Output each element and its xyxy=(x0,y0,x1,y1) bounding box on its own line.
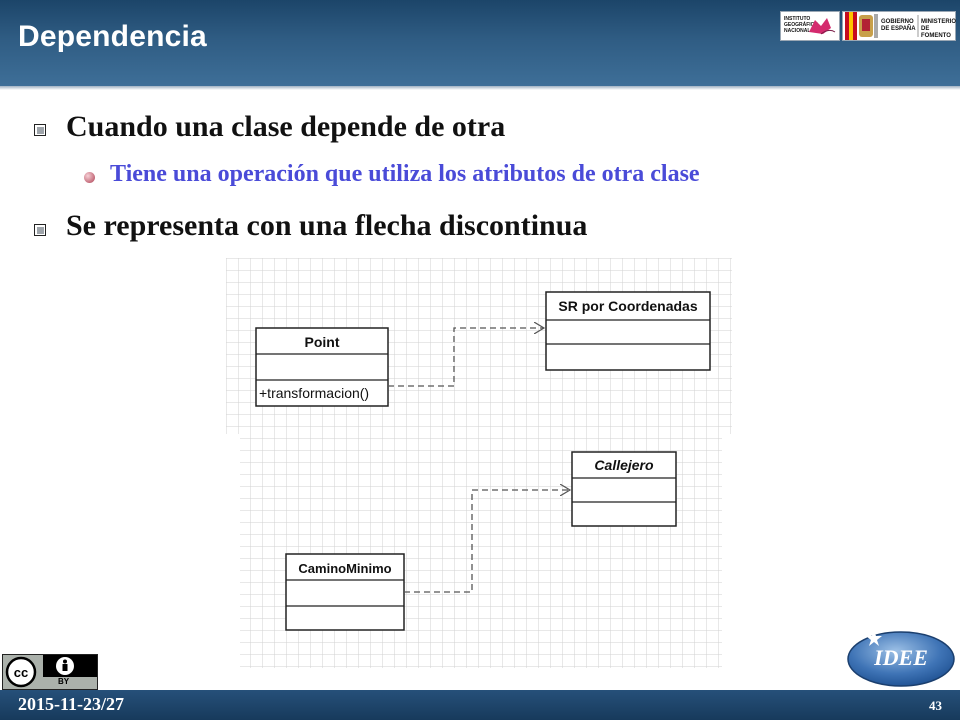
class-name: SR por Coordenadas xyxy=(558,298,697,314)
ministerio-text: MINISTERIO DE FOMENTO xyxy=(921,19,957,39)
sub-bullet-1-text: Tiene una operación que utiliza los atri… xyxy=(110,161,700,187)
ign-emblem-icon xyxy=(809,18,836,35)
header-shadow xyxy=(0,86,960,90)
class-name: CaminoMinimo xyxy=(298,561,391,576)
slide-title: Dependencia xyxy=(18,20,207,53)
class-caminominimo: CaminoMinimo xyxy=(285,553,405,631)
class-callejero: Callejero xyxy=(571,451,677,527)
class-name: Point xyxy=(305,334,340,350)
idee-text: IDEE xyxy=(874,645,928,670)
cc-by-icon: cc xyxy=(3,655,97,689)
page-number: 43 xyxy=(929,698,942,713)
class-point: Point +transformacion() xyxy=(255,327,389,407)
slide-footer xyxy=(0,690,960,720)
ign-logo: INSTITUTO GEOGRÁFICO NACIONAL xyxy=(780,11,840,41)
sub-bullet-dot-icon xyxy=(84,172,95,183)
class-name: Callejero xyxy=(594,457,654,473)
bullet-2-text: Se representa con una flecha discontinua xyxy=(66,209,588,242)
bullet-1-text: Cuando una clase depende de otra xyxy=(66,110,506,143)
idee-logo: IDEE xyxy=(846,628,956,688)
creative-commons-badge: cc BY xyxy=(2,654,98,690)
class-operation: +transformacion() xyxy=(259,385,369,401)
svg-text:cc: cc xyxy=(14,665,28,680)
class-sr-por-coordenadas: SR por Coordenadas xyxy=(545,291,711,371)
footer-date: 2015-11-23/27 xyxy=(18,694,124,714)
gobierno-logo: GOBIERNO DE ESPAÑA MINISTERIO DE FOMENTO xyxy=(842,11,956,41)
gobierno-text: GOBIERNO DE ESPAÑA xyxy=(881,19,916,32)
license-by-text: BY xyxy=(58,677,70,686)
uml-dependency-diagram: Point +transformacion() SR por Coordenad… xyxy=(226,258,732,668)
